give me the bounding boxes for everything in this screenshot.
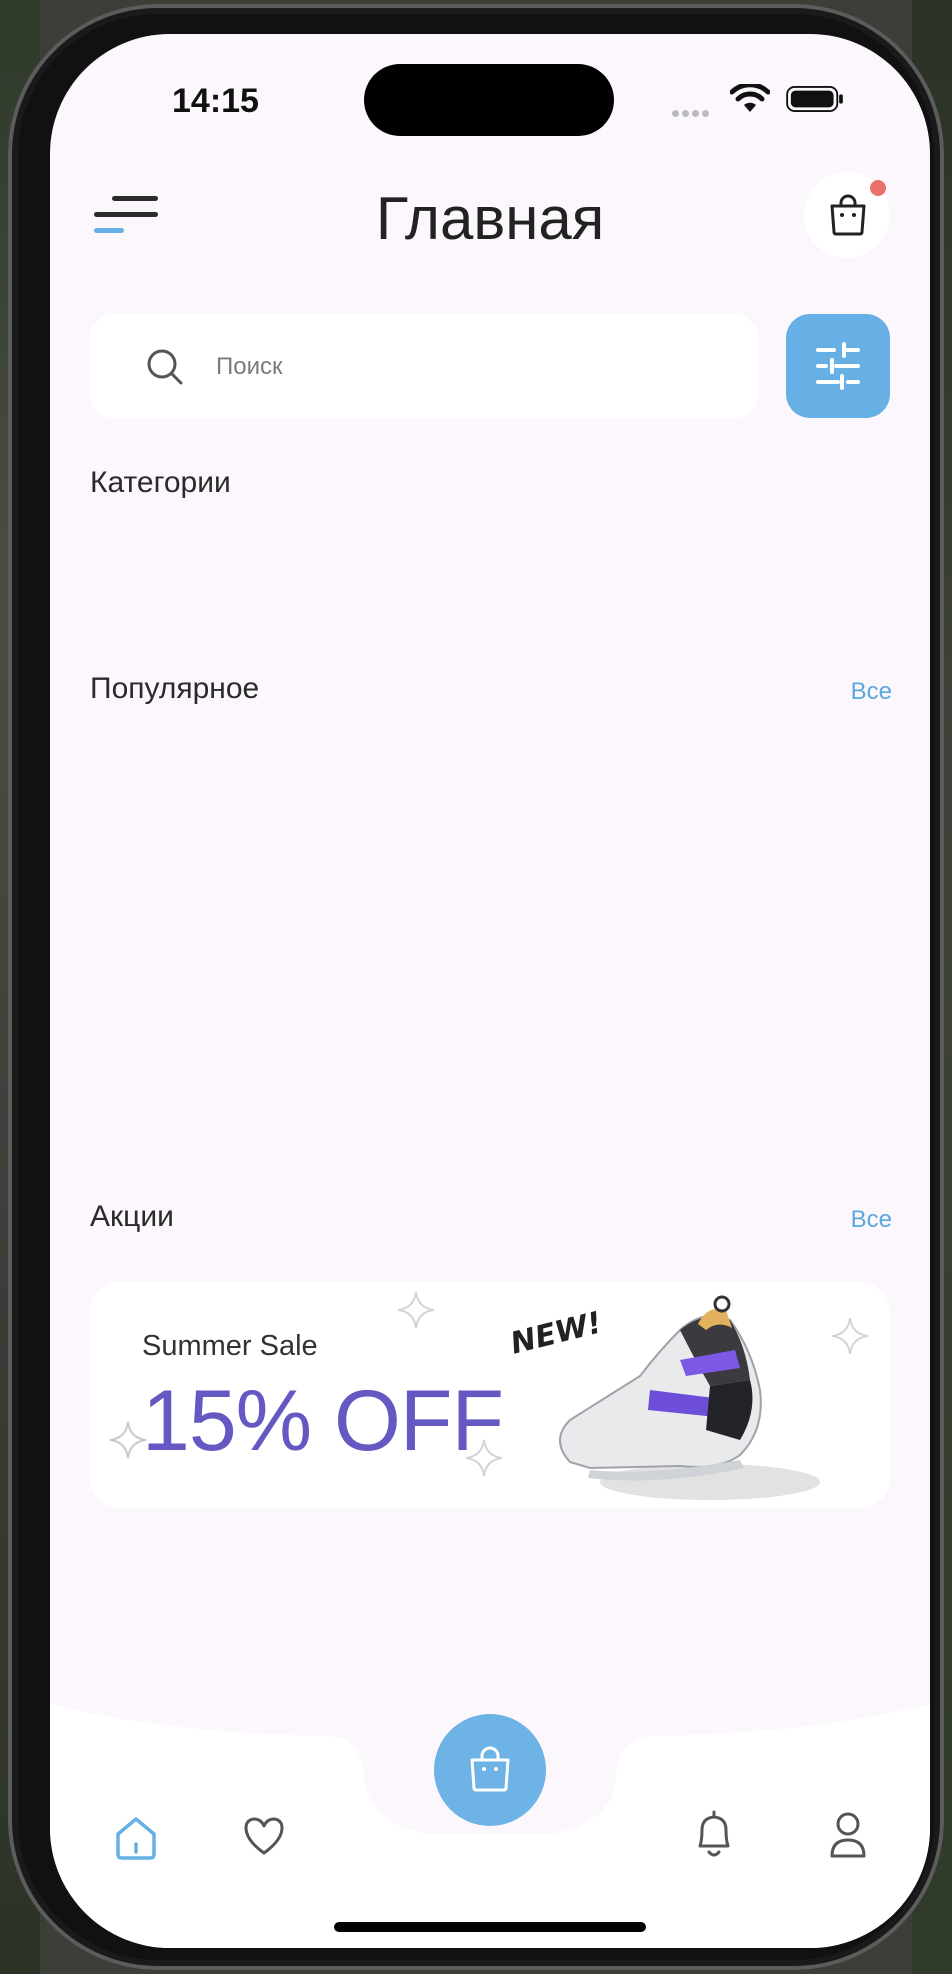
sneaker-image <box>559 1295 820 1500</box>
notification-dot <box>870 180 886 196</box>
popular-see-all-link[interactable]: Все <box>851 678 892 706</box>
heart-icon[interactable] <box>242 1814 286 1858</box>
shopping-bag-icon <box>830 194 866 236</box>
home-indicator[interactable] <box>334 1922 646 1932</box>
phone-frame: 14:15 Главная Поиск Категории Популярное… <box>8 4 944 1970</box>
page-title: Главная <box>375 185 605 252</box>
search-input[interactable] <box>214 344 718 390</box>
popular-title: Популярное <box>90 672 260 705</box>
sparkle-icon <box>831 1317 869 1355</box>
wifi-icon <box>730 84 770 112</box>
dynamic-island <box>364 64 614 136</box>
categories-title: Категории <box>90 466 231 499</box>
shopping-bag-icon <box>470 1746 510 1792</box>
app-screen: 14:15 Главная Поиск Категории Популярное… <box>50 34 930 1948</box>
promo-subtitle: Summer Sale <box>142 1330 318 1362</box>
home-icon[interactable] <box>112 1814 160 1862</box>
search-icon <box>147 349 183 385</box>
sparkle-icon <box>397 1291 435 1329</box>
promotions-title: Акции <box>90 1200 174 1233</box>
search-bar[interactable] <box>90 314 758 418</box>
cart-button[interactable] <box>804 172 890 258</box>
sliders-icon <box>816 342 860 390</box>
user-icon[interactable] <box>828 1810 868 1860</box>
bell-icon[interactable] <box>692 1810 736 1860</box>
cellular-signal-icon <box>672 104 712 122</box>
promo-banner[interactable]: Summer Sale 15% OFF NEW! <box>90 1282 890 1508</box>
sparkle-icon <box>465 1439 503 1477</box>
cart-fab-button[interactable] <box>434 1714 546 1826</box>
status-time: 14:15 <box>172 82 259 120</box>
promo-headline: 15% OFF <box>142 1373 504 1469</box>
sparkle-icon <box>109 1421 147 1459</box>
filter-button[interactable] <box>786 314 890 418</box>
battery-icon <box>786 86 843 112</box>
promotions-see-all-link[interactable]: Все <box>851 1206 892 1234</box>
